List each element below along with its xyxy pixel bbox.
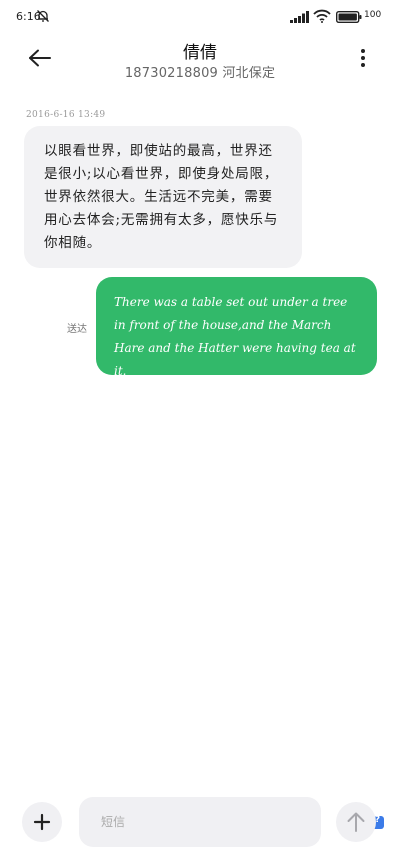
send-button[interactable]	[336, 802, 376, 842]
message-composer	[0, 796, 400, 856]
arrow-up-icon	[347, 812, 365, 832]
outgoing-message-bubble[interactable]: There was a table set out under a tree i…	[96, 277, 377, 378]
message-input-container[interactable]	[79, 797, 384, 847]
signal-icon	[290, 11, 309, 23]
message-input[interactable]	[101, 811, 281, 833]
delivery-status: 送达	[67, 324, 87, 335]
add-attachment-button[interactable]	[22, 802, 62, 842]
conversation-header: 倩倩 18730218809 河北保定	[0, 34, 400, 86]
status-bar: 6:16 100	[0, 0, 400, 34]
outgoing-message-text: There was a table set out under a tree i…	[114, 295, 356, 378]
contact-name: 倩倩	[183, 43, 217, 63]
more-vertical-icon	[361, 49, 365, 53]
battery-level: 100	[364, 10, 382, 20]
bell-muted-icon	[37, 10, 49, 22]
wifi-icon	[313, 9, 331, 23]
message-timestamp: 2016-6-16 13:49	[26, 110, 106, 120]
plus-icon	[33, 813, 51, 831]
incoming-message-bubble[interactable]: 以眼看世界，即使站的最高，世界还是很小;以心看世界，即使身处局限，世界依然很大。…	[24, 126, 302, 268]
more-options-button[interactable]	[353, 46, 373, 70]
incoming-message-text: 以眼看世界，即使站的最高，世界还是很小;以心看世界，即使身处局限，世界依然很大。…	[44, 143, 279, 251]
battery-icon	[336, 11, 362, 23]
contact-info: 18730218809 河北保定	[124, 66, 276, 81]
